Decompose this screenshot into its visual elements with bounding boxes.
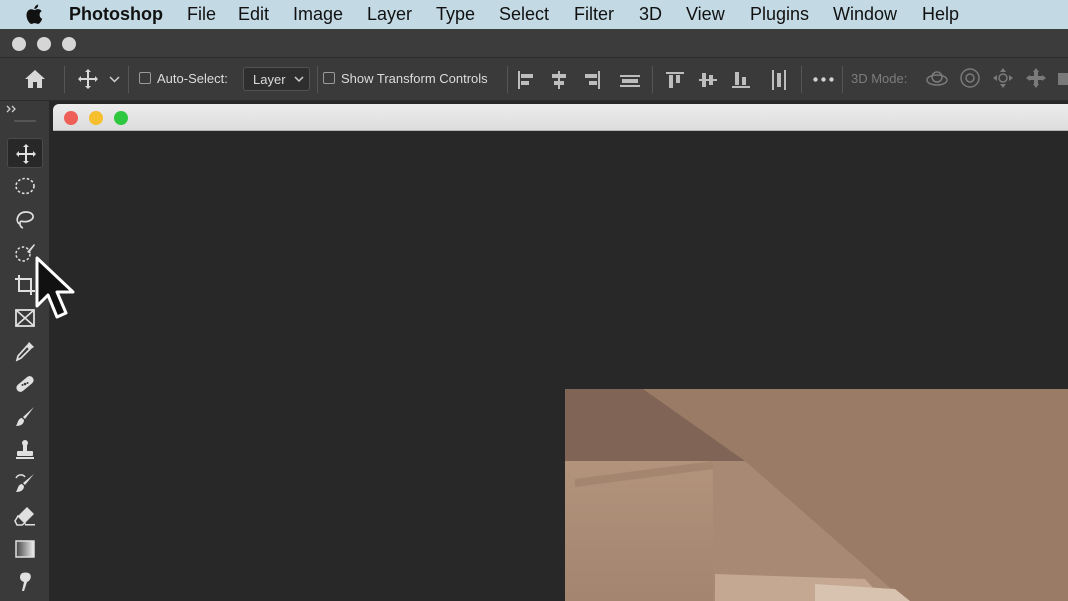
tool-lasso[interactable]	[7, 204, 43, 234]
menu-photoshop[interactable]: Photoshop	[69, 4, 163, 25]
expand-panel-icon[interactable]	[6, 105, 18, 113]
chevron-down-icon[interactable]	[109, 76, 120, 83]
tool-spot-healing-brush[interactable]	[7, 369, 43, 399]
separator	[842, 66, 843, 93]
options-bar: Auto-Select: Layer Show Transform Contro…	[0, 58, 1068, 101]
align-right-edges-icon[interactable]	[582, 70, 602, 90]
auto-select-target-dropdown[interactable]: Layer	[243, 67, 310, 91]
tool-move[interactable]	[7, 138, 43, 168]
app-close-button[interactable]	[12, 37, 26, 51]
roll-3d-camera-icon[interactable]	[959, 67, 981, 89]
brush-icon	[16, 407, 34, 426]
distribute-horizontal-icon[interactable]	[769, 69, 789, 91]
crop-icon	[15, 275, 35, 295]
gradient-icon	[15, 540, 35, 558]
document-close-button[interactable]	[64, 111, 78, 125]
move-tool-preset-icon[interactable]	[77, 68, 99, 90]
document-window	[53, 104, 1068, 601]
elliptical-marquee-icon	[15, 177, 35, 195]
dropdown-value: Layer	[253, 72, 286, 87]
align-horizontal-centers-icon[interactable]	[549, 70, 569, 90]
tools-panel	[0, 101, 50, 601]
tool-clone-stamp[interactable]	[7, 435, 43, 465]
menu-type[interactable]: Type	[436, 4, 475, 25]
tool-history-brush[interactable]	[7, 468, 43, 498]
menu-bar: Photoshop File Edit Image Layer Type Sel…	[0, 0, 1068, 29]
menu-view[interactable]: View	[686, 4, 725, 25]
separator	[64, 66, 65, 93]
auto-select-label: Auto-Select:	[157, 71, 228, 86]
scale-3d-camera-icon[interactable]	[1057, 72, 1068, 86]
menu-plugins[interactable]: Plugins	[750, 4, 809, 25]
orbit-3d-camera-icon[interactable]	[925, 68, 949, 90]
align-vertical-centers-icon[interactable]	[698, 70, 718, 90]
menu-edit[interactable]: Edit	[238, 4, 269, 25]
menu-3d[interactable]: 3D	[639, 4, 662, 25]
lasso-icon	[16, 211, 34, 229]
tool-brush[interactable]	[7, 402, 43, 432]
canvas-photo-content	[565, 389, 1068, 601]
apple-logo-icon[interactable]	[25, 3, 45, 25]
app-minimize-button[interactable]	[37, 37, 51, 51]
auto-select-checkbox[interactable]	[139, 72, 151, 84]
menu-layer[interactable]: Layer	[367, 4, 412, 25]
separator	[128, 66, 129, 93]
canvas-image[interactable]	[565, 389, 1068, 601]
chevron-down-icon	[294, 76, 304, 83]
more-options-icon[interactable]	[813, 77, 834, 82]
show-transform-controls-label: Show Transform Controls	[341, 71, 488, 86]
frame-icon	[15, 309, 35, 327]
document-title-bar	[53, 104, 1068, 131]
clone-stamp-icon	[16, 440, 34, 459]
app-zoom-button[interactable]	[62, 37, 76, 51]
menu-filter[interactable]: Filter	[574, 4, 614, 25]
eraser-icon	[14, 507, 35, 526]
distribute-vertical-icon[interactable]	[619, 70, 641, 90]
document-minimize-button[interactable]	[89, 111, 103, 125]
document-zoom-button[interactable]	[114, 111, 128, 125]
move-icon	[16, 144, 36, 164]
history-brush-icon	[15, 474, 34, 492]
home-icon[interactable]	[24, 69, 46, 89]
smudge-icon	[20, 572, 31, 591]
separator	[317, 66, 318, 93]
mouse-cursor-icon	[35, 256, 75, 319]
object-selection-icon	[15, 244, 35, 262]
menu-file[interactable]: File	[187, 4, 216, 25]
align-bottom-edges-icon[interactable]	[731, 70, 751, 90]
panel-grip	[14, 120, 36, 122]
align-top-edges-icon[interactable]	[665, 70, 685, 90]
tool-gradient[interactable]	[7, 534, 43, 564]
tool-elliptical-marquee[interactable]	[7, 171, 43, 201]
tool-smudge[interactable]	[7, 567, 43, 597]
separator	[652, 66, 653, 93]
menu-window[interactable]: Window	[833, 4, 897, 25]
tool-eyedropper[interactable]	[7, 336, 43, 366]
show-transform-controls-checkbox[interactable]	[323, 72, 335, 84]
tool-eraser[interactable]	[7, 501, 43, 531]
separator	[801, 66, 802, 93]
align-left-edges-icon[interactable]	[516, 70, 536, 90]
menu-image[interactable]: Image	[293, 4, 343, 25]
eyedropper-icon	[15, 342, 34, 362]
menu-help[interactable]: Help	[922, 4, 959, 25]
healing-brush-icon	[16, 376, 34, 392]
app-title-bar	[0, 29, 1068, 58]
3d-mode-label: 3D Mode:	[851, 71, 908, 86]
pan-3d-camera-icon[interactable]	[992, 67, 1014, 89]
menu-select[interactable]: Select	[499, 4, 549, 25]
separator	[507, 66, 508, 93]
slide-3d-camera-icon[interactable]	[1025, 67, 1047, 89]
